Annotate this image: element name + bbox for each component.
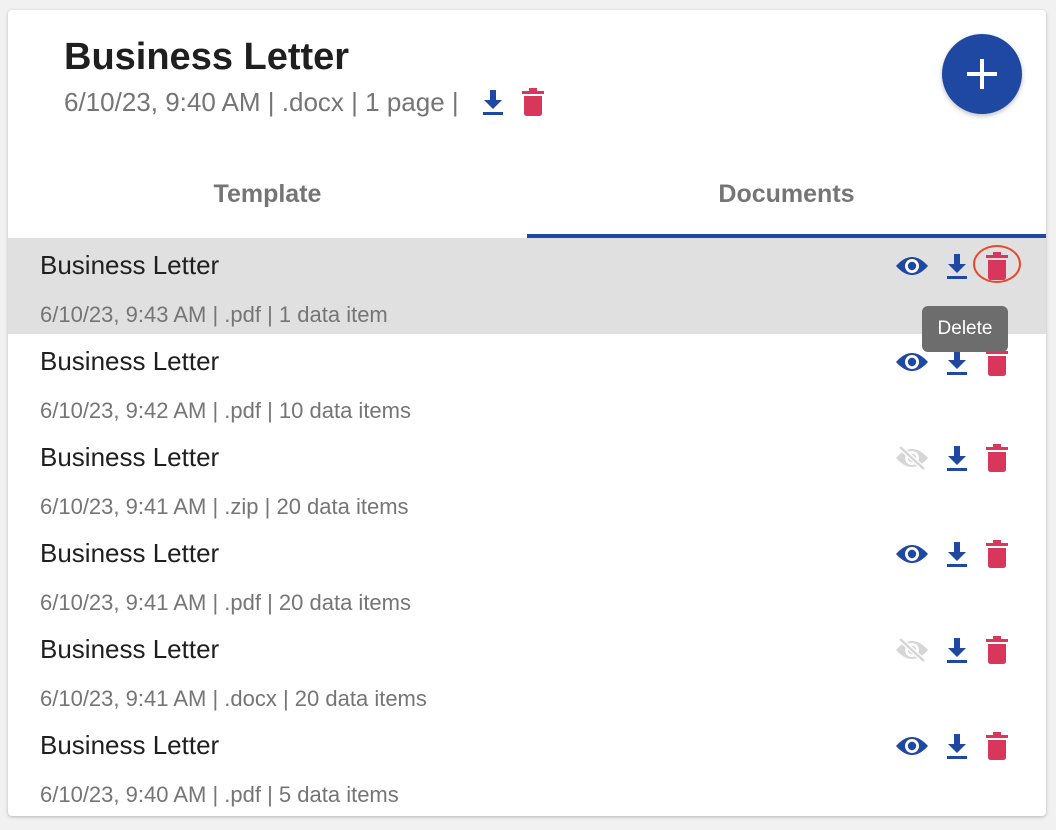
row-actions <box>892 534 1032 574</box>
tab-documents[interactable]: Documents <box>527 150 1046 238</box>
trash-icon <box>986 540 1008 568</box>
download-icon <box>947 350 967 375</box>
document-name: Business Letter <box>40 346 220 376</box>
document-meta: 6/10/23, 9:40 AM | .pdf | 5 data items <box>40 782 399 807</box>
eye-icon <box>896 737 928 755</box>
download-icon <box>947 734 967 759</box>
download-icon <box>947 446 967 471</box>
delete-button[interactable] <box>982 534 1012 574</box>
download-icon <box>947 638 967 663</box>
download-icon <box>947 542 967 567</box>
template-card: Business Letter 6/10/23, 9:40 AM | .docx… <box>8 10 1046 816</box>
document-meta: 6/10/23, 9:41 AM | .zip | 20 data items <box>40 494 409 519</box>
table-row[interactable]: Business Letter 6/10/23, 9:43 AM | .pdf |… <box>8 238 1046 334</box>
row-actions <box>892 245 1032 286</box>
download-button[interactable] <box>942 438 972 478</box>
trash-icon <box>986 636 1008 664</box>
table-row[interactable]: Business Letter 6/10/23, 9:41 AM | .docx … <box>8 622 1046 718</box>
document-name: Business Letter <box>40 730 220 760</box>
eye-off-icon <box>896 445 928 471</box>
download-button[interactable] <box>942 726 972 766</box>
table-row[interactable]: Business Letter 6/10/23, 9:41 AM | .pdf |… <box>8 526 1046 622</box>
row-actions <box>892 438 1032 478</box>
plus-icon <box>967 59 997 89</box>
template-meta: 6/10/23, 9:40 AM | .docx | 1 page | <box>64 86 466 117</box>
row-actions <box>892 726 1032 766</box>
document-meta: 6/10/23, 9:43 AM | .pdf | 1 data item <box>40 302 388 327</box>
trash-icon <box>986 252 1008 280</box>
view-button[interactable] <box>892 246 932 286</box>
delete-button[interactable] <box>973 245 1021 286</box>
trash-icon <box>986 732 1008 760</box>
document-name: Business Letter <box>40 250 220 280</box>
eye-icon <box>896 257 928 275</box>
view-button[interactable] <box>892 534 932 574</box>
view-button-disabled <box>892 438 932 478</box>
eye-off-icon <box>896 637 928 663</box>
tab-template[interactable]: Template <box>8 150 527 238</box>
download-button[interactable] <box>942 246 972 286</box>
download-button[interactable] <box>942 630 972 670</box>
add-document-button[interactable] <box>942 34 1022 114</box>
eye-icon <box>896 545 928 563</box>
template-delete-button[interactable] <box>520 87 546 117</box>
row-actions <box>892 630 1032 670</box>
documents-list: Business Letter 6/10/23, 9:43 AM | .pdf |… <box>8 238 1046 814</box>
page-title: Business Letter <box>64 36 350 78</box>
document-meta: 6/10/23, 9:41 AM | .docx | 20 data items <box>40 686 427 711</box>
template-download-button[interactable] <box>480 87 506 117</box>
document-name: Business Letter <box>40 634 220 664</box>
table-row[interactable]: Business Letter 6/10/23, 9:41 AM | .zip |… <box>8 430 1046 526</box>
delete-button[interactable] <box>982 438 1012 478</box>
view-button[interactable] <box>892 726 932 766</box>
download-icon <box>947 254 967 279</box>
trash-icon <box>986 348 1008 376</box>
trash-icon <box>521 88 544 116</box>
download-button[interactable] <box>942 534 972 574</box>
delete-button[interactable] <box>982 630 1012 670</box>
download-icon <box>482 90 503 115</box>
delete-button[interactable] <box>982 726 1012 766</box>
document-name: Business Letter <box>40 442 220 472</box>
trash-icon <box>986 444 1008 472</box>
table-row[interactable]: Business Letter 6/10/23, 9:40 AM | .pdf |… <box>8 718 1046 814</box>
template-meta-row: 6/10/23, 9:40 AM | .docx | 1 page | <box>64 86 546 118</box>
document-meta: 6/10/23, 9:41 AM | .pdf | 20 data items <box>40 590 411 615</box>
view-button-disabled <box>892 630 932 670</box>
tab-bar: Template Documents <box>8 150 1046 238</box>
table-row[interactable]: Business Letter 6/10/23, 9:42 AM | .pdf |… <box>8 334 1046 430</box>
delete-tooltip: Delete <box>922 306 1008 352</box>
document-name: Business Letter <box>40 538 220 568</box>
document-meta: 6/10/23, 9:42 AM | .pdf | 10 data items <box>40 398 411 423</box>
card-header: Business Letter 6/10/23, 9:40 AM | .docx… <box>8 10 1046 150</box>
eye-icon <box>896 353 928 371</box>
